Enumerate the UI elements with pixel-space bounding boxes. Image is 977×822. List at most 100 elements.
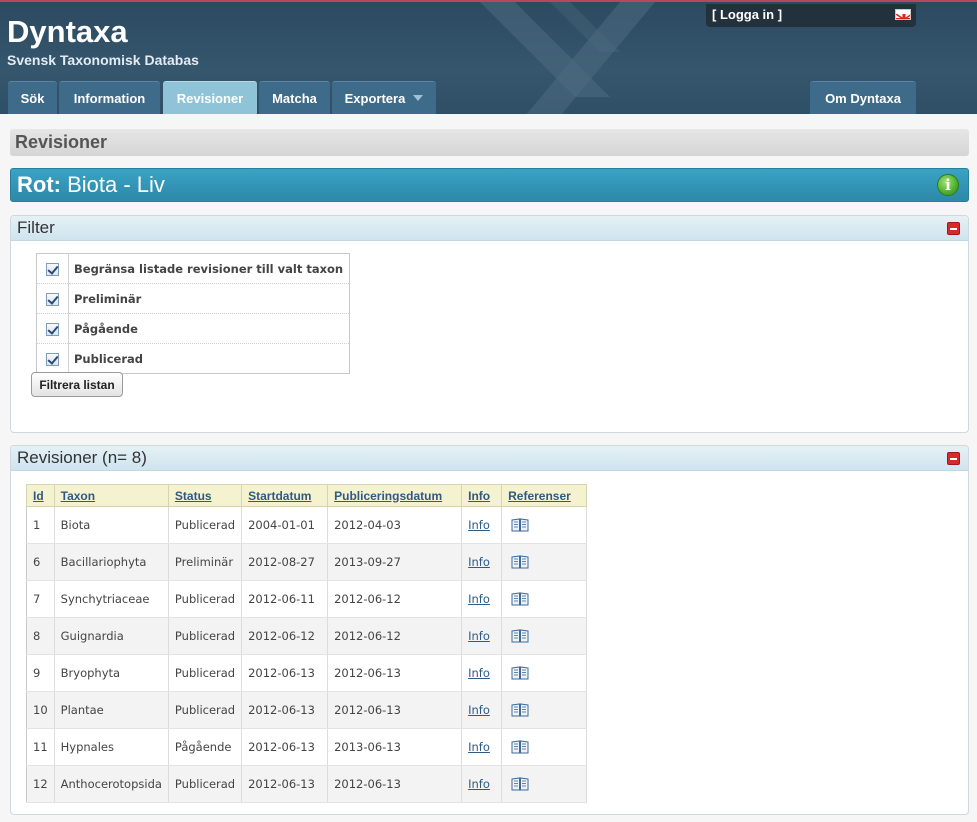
cell-publiceringsdatum: 2013-09-27 bbox=[327, 543, 463, 581]
publicerad-checkbox[interactable] bbox=[46, 353, 59, 366]
chevron-down-icon bbox=[413, 95, 424, 101]
cell-startdatum: 2012-06-13 bbox=[241, 728, 329, 766]
cell-publiceringsdatum: 2012-06-13 bbox=[327, 765, 463, 803]
info-icon[interactable]: i bbox=[937, 174, 959, 196]
cell-taxon: Bryophyta bbox=[54, 654, 169, 692]
table-row: 7 Synchytriaceae Publicerad 2012-06-11 2012-… bbox=[26, 580, 588, 618]
collapse-icon[interactable] bbox=[947, 222, 960, 235]
uk-flag-icon[interactable] bbox=[895, 9, 911, 20]
sort-link[interactable]: Status bbox=[175, 489, 212, 503]
column-header-taxon[interactable]: Taxon bbox=[53, 484, 169, 507]
filter-option-label: Begränsa listade revisioner till valt ta… bbox=[68, 253, 350, 284]
cell-startdatum: 2012-06-13 bbox=[241, 765, 329, 803]
info-link[interactable]: Info bbox=[468, 518, 490, 532]
cell-info: Info bbox=[461, 580, 503, 618]
cell-startdatum: 2012-08-27 bbox=[241, 543, 329, 581]
cell-referenser bbox=[501, 543, 588, 581]
sort-link[interactable]: Startdatum bbox=[248, 489, 311, 503]
limit-to-taxon-checkbox[interactable] bbox=[46, 263, 59, 276]
book-icon[interactable] bbox=[511, 666, 529, 680]
info-link[interactable]: Info bbox=[468, 592, 490, 606]
column-header-status[interactable]: Status bbox=[167, 484, 243, 507]
filter-panel-header: Filter bbox=[11, 216, 968, 241]
site-header: Dyntaxa Svensk Taxonomisk Databas [ Logg… bbox=[0, 0, 977, 114]
brand-subtitle: Svensk Taxonomisk Databas bbox=[7, 52, 199, 68]
cell-publiceringsdatum: 2013-06-13 bbox=[327, 728, 463, 766]
cell-referenser bbox=[501, 728, 588, 766]
book-icon[interactable] bbox=[511, 518, 529, 532]
tab-label: Revisioner bbox=[176, 91, 244, 106]
filter-panel-title: Filter bbox=[17, 218, 55, 237]
main-nav: Sök Information Revisioner Matcha Export… bbox=[0, 81, 977, 114]
book-icon[interactable] bbox=[511, 555, 529, 569]
tab-exportera[interactable]: Exportera bbox=[332, 81, 436, 114]
info-link[interactable]: Info bbox=[468, 666, 490, 680]
cell-startdatum: 2012-06-13 bbox=[241, 691, 329, 729]
cell-id: 9 bbox=[26, 654, 55, 692]
cell-taxon: Hypnales bbox=[54, 728, 169, 766]
tab-sok[interactable]: Sök bbox=[8, 81, 57, 114]
pagaende-checkbox[interactable] bbox=[46, 323, 59, 336]
book-icon[interactable] bbox=[511, 592, 529, 606]
tab-om-dyntaxa[interactable]: Om Dyntaxa bbox=[810, 81, 916, 114]
filter-option-label: Pågående bbox=[68, 313, 350, 344]
column-header-startdatum[interactable]: Startdatum bbox=[241, 484, 329, 507]
checkbox-cell bbox=[36, 253, 69, 284]
sort-link[interactable]: Taxon bbox=[61, 489, 95, 503]
cell-status: Publicerad bbox=[168, 580, 243, 618]
cell-taxon: Plantae bbox=[54, 691, 169, 729]
cell-info: Info bbox=[461, 617, 503, 655]
sort-link[interactable]: Referenser bbox=[508, 489, 571, 503]
column-header-referenser[interactable]: Referenser bbox=[501, 484, 588, 507]
sort-link[interactable]: Id bbox=[33, 489, 44, 503]
cell-startdatum: 2012-06-11 bbox=[241, 580, 329, 618]
tab-revisioner[interactable]: Revisioner bbox=[163, 81, 257, 114]
table-row: 10 Plantae Publicerad 2012-06-13 2012-06-13 I… bbox=[26, 691, 588, 729]
root-prefix: Rot: bbox=[17, 172, 61, 197]
tab-label: Information bbox=[73, 91, 146, 106]
login-bar: [ Logga in ] bbox=[706, 4, 916, 27]
page-title: Revisioner bbox=[10, 129, 969, 156]
cell-publiceringsdatum: 2012-06-13 bbox=[327, 654, 463, 692]
filter-option: Preliminär bbox=[36, 283, 350, 314]
cell-status: Publicerad bbox=[168, 506, 243, 544]
book-icon[interactable] bbox=[511, 629, 529, 643]
cell-startdatum: 2012-06-12 bbox=[241, 617, 329, 655]
sort-link[interactable]: Info bbox=[468, 489, 490, 503]
checkbox-cell bbox=[36, 343, 69, 374]
cell-referenser bbox=[501, 654, 588, 692]
column-header-id[interactable]: Id bbox=[26, 484, 55, 507]
filter-option-label: Publicerad bbox=[74, 351, 144, 366]
preliminar-checkbox[interactable] bbox=[46, 293, 59, 306]
column-header-info[interactable]: Info bbox=[461, 484, 503, 507]
brand-title[interactable]: Dyntaxa bbox=[7, 14, 128, 50]
table-row: 12 Anthocerotopsida Publicerad 2012-06-13 20… bbox=[26, 765, 588, 803]
info-link[interactable]: Info bbox=[468, 740, 490, 754]
info-link[interactable]: Info bbox=[468, 555, 490, 569]
info-link[interactable]: Info bbox=[468, 629, 490, 643]
book-icon[interactable] bbox=[511, 703, 529, 717]
tab-matcha[interactable]: Matcha bbox=[259, 81, 330, 114]
collapse-icon[interactable] bbox=[947, 452, 960, 465]
tab-label: Om Dyntaxa bbox=[825, 91, 901, 106]
cell-referenser bbox=[501, 506, 588, 544]
cell-referenser bbox=[501, 580, 588, 618]
book-icon[interactable] bbox=[511, 740, 529, 754]
cell-info: Info bbox=[461, 543, 503, 581]
cell-id: 8 bbox=[26, 617, 55, 655]
table-row: 6 Bacillariophyta Preliminär 2012-08-27 2013… bbox=[26, 543, 588, 581]
filter-option: Publicerad bbox=[36, 343, 350, 374]
filter-list-button[interactable]: Filtrera listan bbox=[31, 372, 123, 397]
table-header-row: Id Taxon Status Startdatum Publiceringsd… bbox=[26, 484, 588, 507]
book-icon[interactable] bbox=[511, 777, 529, 791]
cell-referenser bbox=[501, 617, 588, 655]
table-row: 1 Biota Publicerad 2004-01-01 2012-04-03 Info bbox=[26, 506, 588, 544]
info-link[interactable]: Info bbox=[468, 703, 490, 717]
column-header-publiceringsdatum[interactable]: Publiceringsdatum bbox=[327, 484, 463, 507]
cell-id: 7 bbox=[26, 580, 55, 618]
tab-information[interactable]: Information bbox=[59, 81, 160, 114]
sort-link[interactable]: Publiceringsdatum bbox=[334, 489, 442, 503]
info-link[interactable]: Info bbox=[468, 777, 490, 791]
login-link[interactable]: [ Logga in ] bbox=[712, 7, 782, 22]
root-taxon-name: Biota - Liv bbox=[67, 172, 165, 197]
